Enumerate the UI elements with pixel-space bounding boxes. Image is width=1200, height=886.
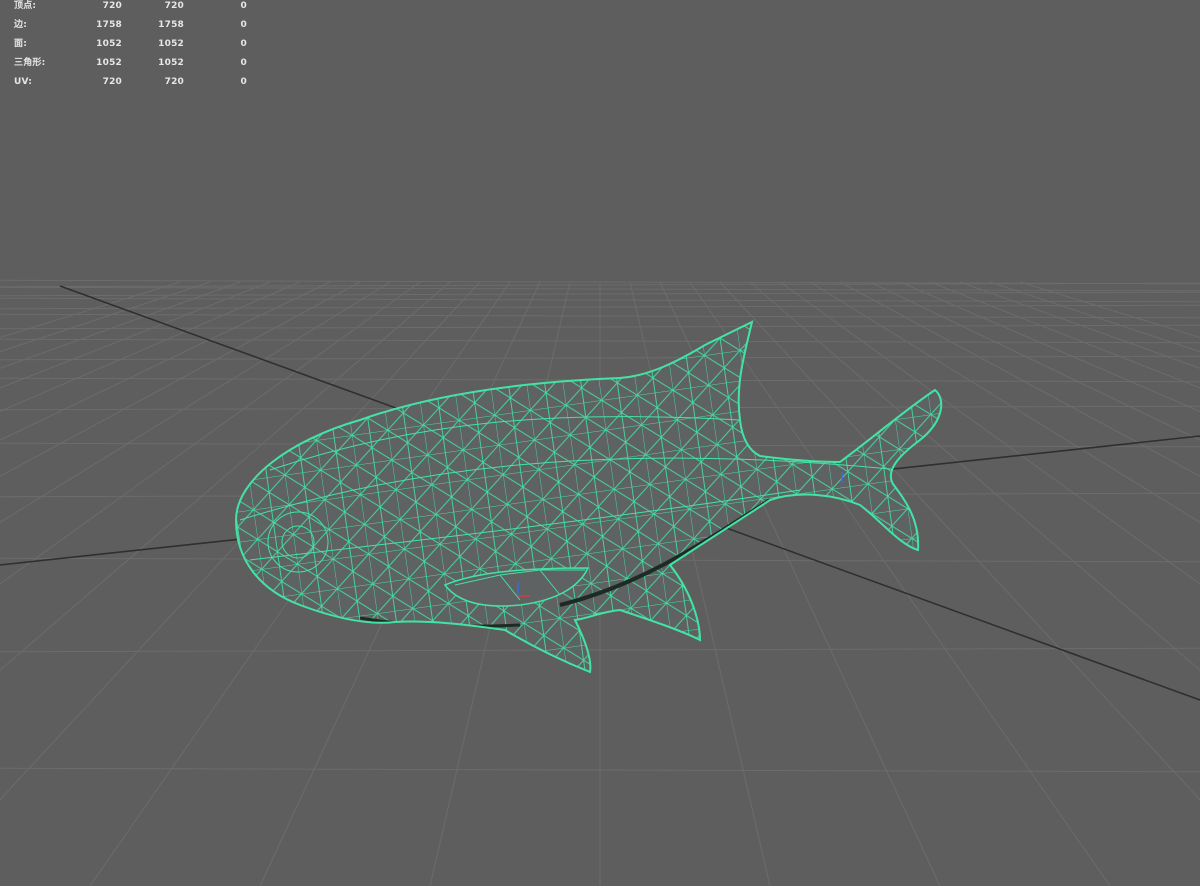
grid-line [809, 281, 1200, 523]
hud-row-faces: 面: 1052 1052 0 [14, 38, 254, 57]
3d-viewport[interactable]: 顶点: 720 720 0 边: 1758 1758 0 面: 1052 105… [0, 0, 1200, 886]
grid-line [779, 281, 1200, 585]
hud-label: 边: [14, 20, 27, 30]
grid-line [0, 281, 271, 389]
hud-row-vertices: 顶点: 720 720 0 [14, 0, 254, 19]
grid-line [0, 281, 211, 353]
hud-value: 720 [164, 77, 184, 87]
hud-value: 0 [240, 58, 247, 68]
hud-value: 1758 [96, 20, 122, 30]
grid-line [0, 281, 301, 412]
hud-value: 720 [102, 1, 122, 11]
hud-label: 面: [14, 39, 27, 49]
hud-row-edges: 边: 1758 1758 0 [14, 19, 254, 38]
hud-label: 三角形: [14, 58, 46, 68]
hud-value: 0 [240, 77, 247, 87]
grid-line [899, 281, 1200, 412]
hud-value: 0 [240, 20, 247, 30]
hud-value: 1052 [158, 58, 184, 68]
hud-value: 720 [164, 1, 184, 11]
hud-value: 1052 [158, 39, 184, 49]
hud-row-uvs: UV: 720 720 0 [14, 76, 254, 95]
grid-line [929, 281, 1200, 389]
hud-label: 顶点: [14, 1, 37, 11]
hud-value: 1052 [96, 58, 122, 68]
poly-count-hud: 顶点: 720 720 0 边: 1758 1758 0 面: 1052 105… [14, 0, 254, 95]
grid-line [0, 281, 241, 369]
grid-line [959, 281, 1200, 369]
grid-line [869, 281, 1200, 441]
hud-value: 0 [240, 39, 247, 49]
grid-line [719, 281, 1200, 801]
hud-value: 720 [102, 77, 122, 87]
hud-label: UV: [14, 77, 33, 87]
scene-view[interactable] [0, 0, 1200, 886]
grid-line [989, 281, 1200, 353]
hud-row-triangles: 三角形: 1052 1052 0 [14, 57, 254, 76]
hud-value: 1052 [96, 39, 122, 49]
grid-line [839, 281, 1200, 477]
fish-mesh[interactable] [200, 300, 960, 700]
hud-value: 0 [240, 1, 247, 11]
hud-value: 1758 [158, 20, 184, 30]
grid-line [749, 281, 1200, 671]
grid-line [689, 281, 1111, 886]
